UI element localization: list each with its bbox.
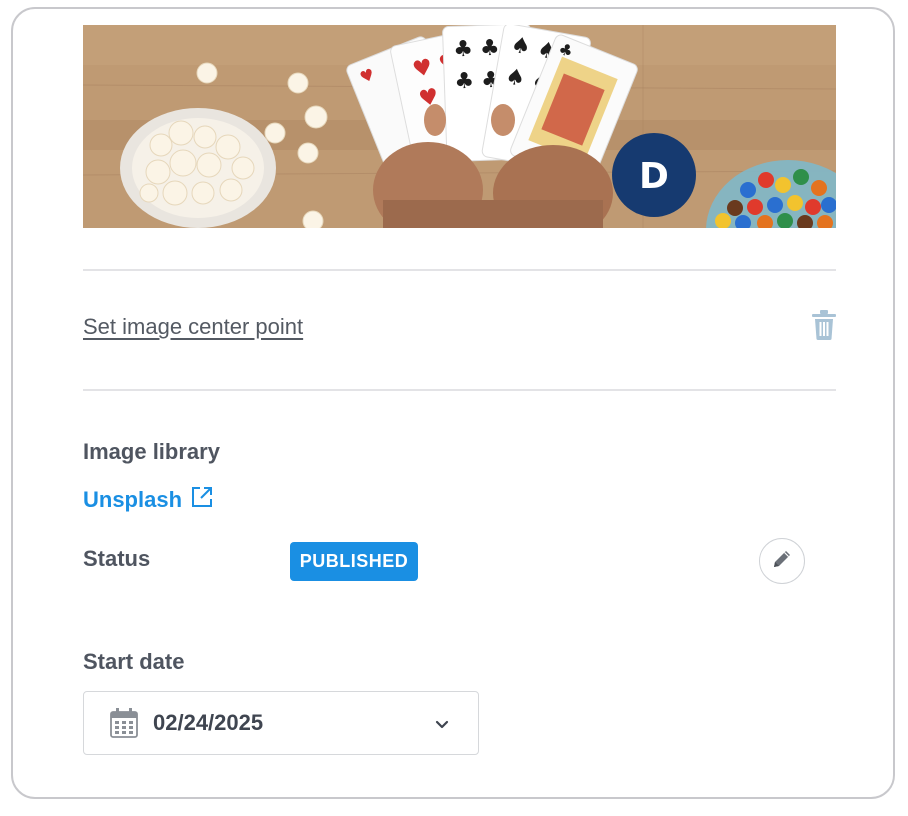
external-link-icon [190,485,214,515]
divider [83,389,836,391]
edit-status-button[interactable] [759,538,805,584]
unsplash-link[interactable]: Unsplash [83,485,214,515]
calendar-icon [110,708,138,743]
image-library-label: Image library [83,439,220,464]
chevron-down-icon [435,717,449,735]
start-date-select[interactable]: 02/24/2025 [83,691,479,755]
avatar-letter: D [639,156,669,197]
divider [83,269,836,271]
set-center-point-link[interactable]: Set image center point [83,314,303,340]
unsplash-link-label: Unsplash [83,487,183,512]
status-badge: PUBLISHED [290,542,418,581]
hero-image[interactable]: ♥ ♥ ♥ ♥ ♥ ♣ ♣ ♣ ♣ ♠ ♠ ♠ ♠ ♣ D [83,25,836,228]
trash-icon[interactable] [810,309,838,341]
start-date-value: 02/24/2025 [153,710,264,735]
pencil-icon [771,548,793,575]
content-card: ♥ ♥ ♥ ♥ ♥ ♣ ♣ ♣ ♣ ♠ ♠ ♠ ♠ ♣ D Set image … [11,7,895,799]
start-date-label: Start date [83,649,185,674]
svg-text:♣ ♣: ♣ ♣ [453,36,500,63]
hero-illustration: ♥ ♥ ♥ ♥ ♥ ♣ ♣ ♣ ♣ ♠ ♠ ♠ ♠ ♣ D [83,25,836,228]
status-label: Status [83,546,151,571]
